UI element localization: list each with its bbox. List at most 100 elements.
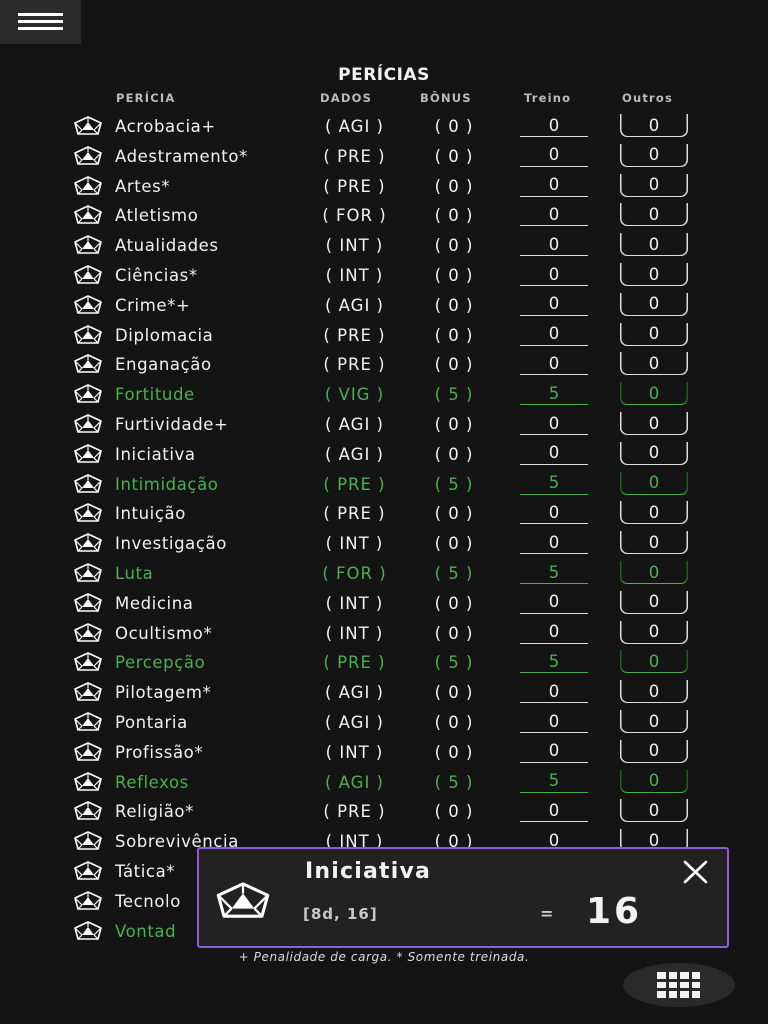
close-icon[interactable] bbox=[681, 857, 711, 887]
skill-row[interactable]: Pilotagem* ( AGI ) ( 0 ) bbox=[0, 678, 768, 708]
outros-input[interactable] bbox=[620, 680, 688, 704]
treino-input[interactable] bbox=[520, 292, 588, 316]
treino-input[interactable] bbox=[520, 531, 588, 555]
d20-icon[interactable] bbox=[74, 831, 102, 851]
treino-input[interactable] bbox=[520, 441, 588, 465]
outros-input[interactable] bbox=[620, 292, 688, 316]
skill-name[interactable]: Furtividade+ bbox=[115, 415, 228, 434]
d20-icon[interactable] bbox=[74, 235, 102, 255]
treino-input[interactable] bbox=[520, 710, 588, 733]
skill-row[interactable]: Crime*+ ( AGI ) ( 0 ) bbox=[0, 291, 768, 321]
outros-input[interactable] bbox=[620, 650, 688, 674]
treino-input[interactable] bbox=[520, 590, 588, 614]
treino-input[interactable] bbox=[520, 739, 588, 763]
d20-icon[interactable] bbox=[74, 324, 102, 345]
d20-icon[interactable] bbox=[74, 652, 102, 672]
outros-input[interactable] bbox=[620, 471, 688, 495]
outros-input[interactable] bbox=[620, 352, 688, 376]
skill-row[interactable]: Acrobacia+ ( AGI ) ( 0 ) bbox=[0, 112, 768, 142]
outros-input[interactable] bbox=[620, 590, 688, 614]
d20-icon[interactable] bbox=[74, 592, 102, 613]
outros-input[interactable] bbox=[620, 620, 688, 644]
treino-input[interactable] bbox=[520, 412, 588, 435]
treino-input[interactable] bbox=[520, 143, 588, 167]
outros-input[interactable] bbox=[620, 769, 688, 793]
skill-name[interactable]: Ciências* bbox=[115, 266, 198, 285]
skill-row[interactable]: Intimidação ( PRE ) ( 5 ) bbox=[0, 470, 768, 500]
skill-row[interactable]: Furtividade+ ( AGI ) ( 0 ) bbox=[0, 410, 768, 440]
outros-input[interactable] bbox=[620, 173, 688, 197]
outros-input[interactable] bbox=[620, 710, 688, 733]
d20-icon[interactable] bbox=[74, 712, 102, 732]
treino-input[interactable] bbox=[520, 799, 588, 823]
outros-input[interactable] bbox=[620, 739, 688, 763]
skill-row[interactable]: Ocultismo* ( INT ) ( 0 ) bbox=[0, 619, 768, 649]
d20-icon[interactable] bbox=[74, 563, 102, 583]
skill-name[interactable]: Artes* bbox=[115, 177, 170, 196]
d20-icon[interactable] bbox=[74, 801, 102, 821]
d20-icon[interactable] bbox=[74, 384, 102, 404]
skill-name[interactable]: Diplomacia bbox=[115, 326, 213, 345]
skill-name[interactable]: Fortitude bbox=[115, 385, 195, 404]
treino-input[interactable] bbox=[520, 173, 588, 197]
d20-icon[interactable] bbox=[74, 890, 102, 911]
outros-input[interactable] bbox=[620, 441, 688, 465]
treino-input[interactable] bbox=[520, 680, 588, 704]
skill-name[interactable]: Tecnolo bbox=[115, 892, 181, 911]
d20-icon[interactable] bbox=[74, 205, 102, 225]
outros-input[interactable] bbox=[620, 322, 688, 346]
skill-row[interactable]: Enganação ( PRE ) ( 0 ) bbox=[0, 350, 768, 380]
skill-name[interactable]: Intimidação bbox=[115, 475, 219, 494]
outros-input[interactable] bbox=[620, 263, 688, 286]
treino-input[interactable] bbox=[520, 561, 588, 584]
d20-icon[interactable] bbox=[74, 533, 102, 553]
skill-name[interactable]: Investigação bbox=[115, 534, 227, 553]
skill-row[interactable]: Iniciativa ( AGI ) ( 0 ) bbox=[0, 440, 768, 470]
d20-icon[interactable] bbox=[74, 861, 102, 881]
skill-row[interactable]: Luta ( FOR ) ( 5 ) bbox=[0, 559, 768, 589]
treino-input[interactable] bbox=[520, 114, 588, 137]
d20-icon[interactable] bbox=[74, 414, 102, 434]
skill-name[interactable]: Religião* bbox=[115, 802, 194, 821]
treino-input[interactable] bbox=[520, 620, 588, 644]
d20-icon[interactable] bbox=[74, 294, 102, 315]
skill-name[interactable]: Iniciativa bbox=[115, 445, 196, 464]
skill-name[interactable]: Luta bbox=[115, 564, 153, 583]
skill-row[interactable]: Artes* ( PRE ) ( 0 ) bbox=[0, 172, 768, 202]
skill-row[interactable]: Reflexos ( AGI ) ( 5 ) bbox=[0, 768, 768, 798]
d20-icon[interactable] bbox=[74, 145, 102, 166]
skill-row[interactable]: Pontaria ( AGI ) ( 0 ) bbox=[0, 708, 768, 738]
outros-input[interactable] bbox=[620, 531, 688, 555]
skill-row[interactable]: Medicina ( INT ) ( 0 ) bbox=[0, 589, 768, 619]
d20-icon[interactable] bbox=[74, 116, 102, 136]
skill-row[interactable]: Diplomacia ( PRE ) ( 0 ) bbox=[0, 321, 768, 351]
d20-icon[interactable] bbox=[74, 920, 102, 941]
skill-name[interactable]: Acrobacia+ bbox=[115, 117, 216, 136]
skill-row[interactable]: Adestramento* ( PRE ) ( 0 ) bbox=[0, 142, 768, 172]
treino-input[interactable] bbox=[520, 263, 588, 286]
outros-input[interactable] bbox=[620, 233, 688, 257]
outros-input[interactable] bbox=[620, 382, 688, 406]
skill-name[interactable]: Crime*+ bbox=[115, 296, 190, 315]
treino-input[interactable] bbox=[520, 501, 588, 525]
treino-input[interactable] bbox=[520, 471, 588, 495]
outros-input[interactable] bbox=[620, 143, 688, 167]
grid-menu-button[interactable] bbox=[623, 963, 735, 1007]
treino-input[interactable] bbox=[520, 352, 588, 376]
skill-row[interactable]: Profissão* ( INT ) ( 0 ) bbox=[0, 738, 768, 768]
treino-input[interactable] bbox=[520, 233, 588, 257]
skill-name[interactable]: Adestramento* bbox=[115, 147, 248, 166]
d20-icon[interactable] bbox=[74, 503, 102, 523]
outros-input[interactable] bbox=[620, 561, 688, 584]
d20-icon[interactable] bbox=[74, 443, 102, 464]
skill-name[interactable]: Pilotagem* bbox=[115, 683, 211, 702]
skill-name[interactable]: Profissão* bbox=[115, 743, 203, 762]
skill-row[interactable]: Percepção ( PRE ) ( 5 ) bbox=[0, 648, 768, 678]
treino-input[interactable] bbox=[520, 322, 588, 346]
d20-icon[interactable] bbox=[74, 741, 102, 762]
skill-name[interactable]: Vontad bbox=[115, 922, 176, 941]
d20-icon[interactable] bbox=[74, 265, 102, 285]
skill-row[interactable]: Intuição ( PRE ) ( 0 ) bbox=[0, 499, 768, 529]
hamburger-menu-button[interactable] bbox=[0, 0, 81, 44]
treino-input[interactable] bbox=[520, 382, 588, 406]
